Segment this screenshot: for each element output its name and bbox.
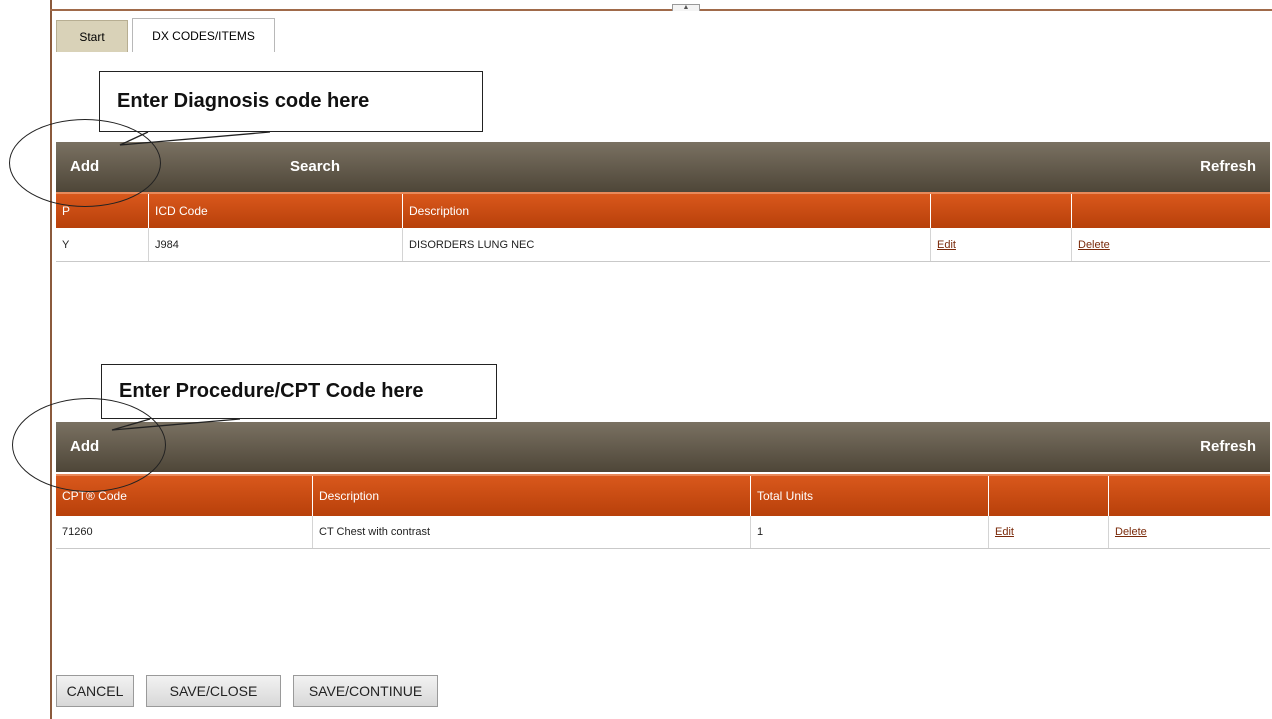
table-row[interactable]: Y J984 DISORDERS LUNG NEC Edit Delete	[56, 228, 1270, 262]
edit-link[interactable]: Edit	[937, 239, 956, 251]
edit-link[interactable]: Edit	[995, 526, 1014, 538]
column-header-delete	[1071, 194, 1270, 228]
tab-dx-codes-items[interactable]: DX CODES/ITEMS	[132, 18, 275, 52]
diagnosis-add-button[interactable]: Add	[70, 142, 99, 192]
collapse-arrow-icon[interactable]: ▲	[672, 4, 700, 11]
procedure-toolbar: Add Refresh	[56, 422, 1270, 472]
save-continue-button[interactable]: SAVE/CONTINUE	[293, 675, 438, 707]
cell-delete: Delete	[1108, 516, 1270, 548]
cell-edit: Edit	[988, 516, 1108, 548]
cell-total-units: 1	[750, 516, 988, 548]
procedure-callout: Enter Procedure/CPT Code here	[101, 364, 497, 419]
procedure-refresh-button[interactable]: Refresh	[1200, 422, 1256, 472]
column-header-description[interactable]: Description	[312, 476, 750, 516]
procedure-table-header: CPT® Code Description Total Units	[56, 474, 1270, 516]
frame-left-border	[50, 0, 52, 719]
diagnosis-refresh-button[interactable]: Refresh	[1200, 142, 1256, 192]
cell-description: CT Chest with contrast	[312, 516, 750, 548]
diagnosis-table-header: P ICD Code Description	[56, 192, 1270, 228]
cell-p: Y	[62, 238, 70, 251]
cell-description: DISORDERS LUNG NEC	[402, 228, 930, 261]
column-header-description[interactable]: Description	[402, 194, 930, 228]
column-header-p[interactable]: P	[56, 194, 148, 228]
delete-link[interactable]: Delete	[1078, 239, 1110, 251]
diagnosis-callout: Enter Diagnosis code here	[99, 71, 483, 132]
table-row[interactable]: 71260 CT Chest with contrast 1 Edit Dele…	[56, 516, 1270, 549]
column-header-cpt-code[interactable]: CPT® Code	[56, 476, 312, 516]
tab-start[interactable]: Start	[56, 20, 128, 52]
save-close-button[interactable]: SAVE/CLOSE	[146, 675, 281, 707]
column-header-delete	[1108, 476, 1270, 516]
delete-link[interactable]: Delete	[1115, 526, 1147, 538]
procedure-add-button[interactable]: Add	[70, 422, 99, 472]
column-header-icd-code[interactable]: ICD Code	[148, 194, 402, 228]
column-header-total-units[interactable]: Total Units	[750, 476, 988, 516]
cell-icd-code: J984	[148, 228, 402, 261]
column-header-edit	[988, 476, 1108, 516]
cell-delete: Delete	[1071, 228, 1270, 261]
diagnosis-search-button[interactable]: Search	[290, 142, 340, 192]
column-header-edit	[930, 194, 1071, 228]
cancel-button[interactable]: CANCEL	[56, 675, 134, 707]
frame-top-border	[50, 9, 1272, 11]
cell-edit: Edit	[930, 228, 1071, 261]
diagnosis-toolbar: Add Search Refresh	[56, 142, 1270, 192]
cell-cpt-code: 71260	[62, 526, 93, 538]
